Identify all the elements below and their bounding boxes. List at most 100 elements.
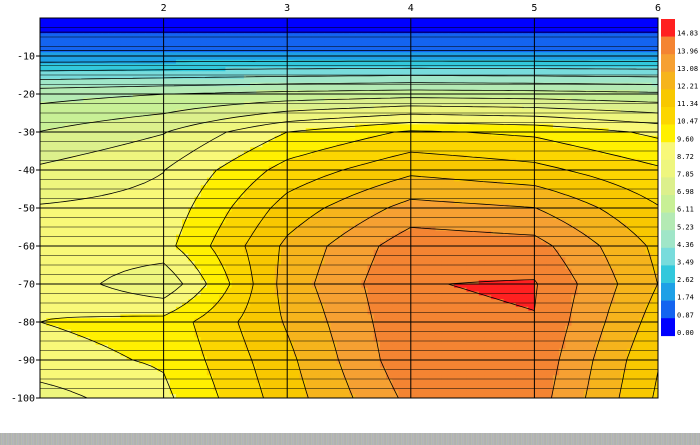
heatmap-cell [58, 132, 66, 137]
heatmap-cell [219, 37, 226, 42]
heatmap-cell [639, 82, 647, 87]
heatmap-cell [324, 162, 332, 167]
heatmap-cell [559, 75, 566, 80]
heatmap-cell [336, 59, 344, 65]
heatmap-cell [151, 18, 159, 23]
heatmap-cell [565, 18, 573, 23]
heatmap-cell [324, 86, 332, 91]
heatmap-cell [52, 18, 60, 23]
heatmap-cell [194, 154, 202, 160]
heatmap-cell [219, 124, 226, 129]
heatmap-cell [324, 63, 332, 68]
heatmap-cell [101, 56, 109, 61]
heatmap-cell [361, 101, 369, 106]
heatmap-cell [466, 173, 474, 179]
heatmap-cell [182, 120, 189, 125]
heatmap-cell [250, 105, 257, 110]
heatmap-cell [441, 173, 449, 179]
heatmap-cell [342, 86, 350, 91]
heatmap-cell [559, 151, 566, 156]
heatmap-cell [237, 162, 245, 167]
heatmap-cell [77, 200, 84, 205]
heatmap-cell [336, 21, 344, 27]
heatmap-cell [423, 101, 430, 106]
heatmap-cell [101, 78, 109, 84]
heatmap-cell [478, 151, 486, 156]
heatmap-cell [188, 143, 196, 148]
heatmap-cell [194, 181, 202, 186]
heatmap-cell [132, 37, 140, 42]
heatmap-cell [175, 86, 183, 91]
heatmap-cell [460, 56, 468, 61]
heatmap-cell [225, 59, 233, 65]
heatmap-cell [392, 151, 400, 156]
heatmap-cell [114, 101, 121, 106]
heatmap-cell [614, 101, 622, 106]
heatmap-cell [256, 151, 264, 156]
heatmap-cell [491, 59, 498, 65]
heatmap-cell [577, 75, 585, 80]
heatmap-cell [565, 101, 573, 106]
heatmap-cell [206, 56, 214, 61]
heatmap-cell [367, 101, 375, 106]
heatmap-cell [138, 18, 146, 23]
heatmap-cell [466, 162, 474, 167]
heatmap-cell [132, 97, 140, 103]
heatmap-cell [64, 40, 72, 46]
heatmap-cell [602, 37, 610, 42]
heatmap-cell [114, 105, 121, 110]
heatmap-cell [559, 29, 566, 34]
heatmap-cell [596, 189, 603, 194]
heatmap-cell [472, 120, 480, 125]
heatmap-cell [373, 56, 381, 61]
heatmap-cell [336, 173, 344, 179]
heatmap-cell [614, 124, 622, 129]
heatmap-cell [305, 143, 313, 148]
heatmap-cell [194, 101, 202, 106]
heatmap-cell [293, 105, 301, 110]
heatmap-cell [423, 162, 430, 167]
heatmap-cell [219, 40, 226, 46]
heatmap-cell [95, 29, 103, 34]
heatmap-cell [336, 86, 344, 91]
heatmap-cell [614, 67, 622, 72]
heatmap-cell [120, 200, 128, 205]
heatmap-cell [423, 113, 430, 118]
heatmap-cell [583, 86, 591, 91]
heatmap-cell [577, 78, 585, 84]
heatmap-cell [472, 63, 480, 68]
heatmap-cell [318, 162, 325, 167]
heatmap-cell [386, 170, 393, 175]
heatmap-cell [52, 63, 60, 68]
heatmap-cell [89, 78, 97, 84]
heatmap-cell [583, 143, 591, 148]
heatmap-cell [138, 78, 146, 84]
heatmap-cell [138, 113, 146, 118]
heatmap-cell [633, 124, 641, 129]
heatmap-cell [441, 154, 449, 160]
heatmap-cell [305, 37, 313, 42]
heatmap-cell [293, 86, 301, 91]
heatmap-cell [590, 162, 597, 167]
heatmap-cell [342, 101, 350, 106]
heatmap-cell [596, 40, 603, 46]
heatmap-cell [89, 170, 97, 175]
heatmap-cell [633, 113, 641, 118]
heatmap-cell [89, 154, 97, 160]
heatmap-cell [497, 105, 505, 110]
heatmap-cell [509, 59, 517, 65]
heatmap-cell [620, 170, 628, 175]
heatmap-cell [256, 82, 264, 87]
heatmap-cell [503, 29, 511, 34]
heatmap-cell [509, 40, 517, 46]
heatmap-cell [503, 67, 511, 72]
heatmap-cell [460, 63, 468, 68]
heatmap-cell [262, 37, 270, 42]
heatmap-cell [441, 21, 449, 27]
heatmap-cell [379, 37, 387, 42]
heatmap-cell [169, 82, 177, 87]
heatmap-cell [441, 59, 449, 65]
heatmap-cell [349, 143, 356, 148]
heatmap-cell [95, 189, 103, 194]
heatmap-cell [416, 56, 424, 61]
